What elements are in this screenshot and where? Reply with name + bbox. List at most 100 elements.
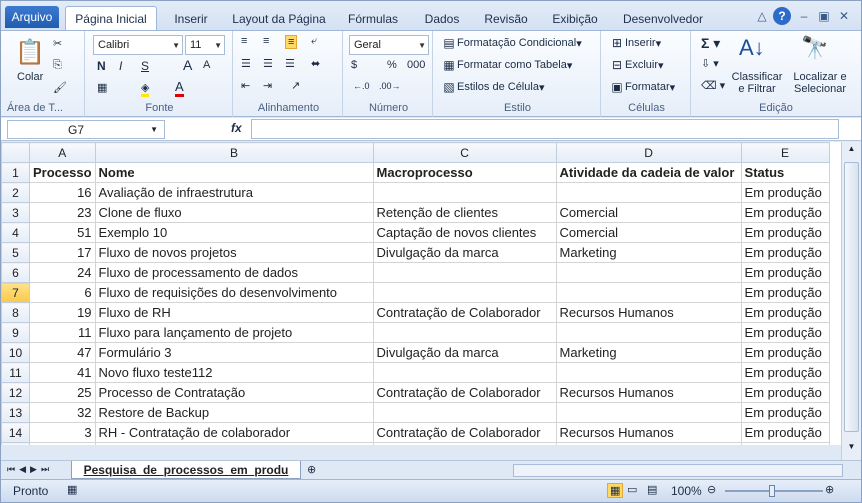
cell-d[interactable] [555,442,742,445]
font-color-icon[interactable]: A [175,79,184,97]
align-right-icon[interactable]: ☰ [285,57,295,70]
cell-d[interactable]: Comercial [555,202,742,223]
font-size-select[interactable]: 11 ▼ [185,35,225,55]
cell-b[interactable]: Nome [94,162,374,183]
cell-e[interactable]: Em produção [740,382,830,403]
cell-c[interactable] [372,402,557,423]
find-select-icon[interactable]: 🔭 [801,35,828,61]
cell-e[interactable]: Em produção [740,222,830,243]
cell-e[interactable]: Em produção [740,262,830,283]
column-header-a[interactable]: A [29,142,96,163]
minimize-icon[interactable]: – [795,7,813,25]
cell-c[interactable] [372,362,557,383]
align-left-icon[interactable]: ☰ [241,57,251,70]
cell-d[interactable]: Recursos Humanos [555,302,742,323]
name-box[interactable]: G7 ▼ [7,120,165,139]
cell-e[interactable]: Status [740,162,830,183]
tab-home[interactable]: Página Inicial [65,6,157,31]
normal-view-icon[interactable]: ▦ [607,483,624,498]
row-header[interactable]: 10 [1,342,30,363]
bold-button[interactable]: N [97,59,106,73]
currency-icon[interactable]: $ [351,59,357,71]
cell-a[interactable]: 16 [29,182,96,203]
italic-button[interactable]: I [119,59,122,73]
cell-c[interactable]: Divulgação da marca [372,342,557,363]
cell-e[interactable]: Em produção [740,182,830,203]
decrease-indent-icon[interactable]: ⇤ [241,79,250,92]
cell-b[interactable]: Clone de fluxo [94,202,374,223]
close-icon[interactable]: ✕ [835,7,853,25]
tab-review[interactable]: Revisão [475,8,537,30]
align-top-icon[interactable]: ≡ [241,35,247,47]
autosum-icon[interactable]: Σ ▾ [701,35,720,52]
cell-c[interactable]: Contratação de Colaborador [372,422,557,443]
cell-c[interactable]: Macroprocesso [372,162,557,183]
align-bottom-icon[interactable]: ≡ [285,35,298,49]
cell-e[interactable]: Em produção [740,322,830,343]
row-header[interactable]: 8 [1,302,30,323]
cell-e[interactable]: Em produção [740,362,830,383]
cell-c[interactable] [372,322,557,343]
zoom-level[interactable]: 100% [671,484,702,498]
row-header[interactable]: 12 [1,382,30,403]
underline-button[interactable]: S [141,59,149,73]
row-header[interactable]: 14 [1,422,30,443]
increase-indent-icon[interactable]: ⇥ [263,79,272,92]
row-header[interactable]: 1 [1,162,30,183]
fill-icon[interactable]: ⇩ ▾ [701,57,719,70]
row-header[interactable]: 4 [1,222,30,243]
paste-icon[interactable]: 📋 [15,35,45,69]
cell-c[interactable]: Retenção de clientes [372,202,557,223]
cell-e[interactable]: Em produção [740,402,830,423]
row-header[interactable]: 15 [1,442,30,445]
align-middle-icon[interactable]: ≡ [263,35,269,47]
row-header[interactable]: 6 [1,262,30,283]
cell-e[interactable]: Em produção [740,282,830,303]
row-header[interactable]: 2 [1,182,30,203]
cell-e[interactable]: Em produção [740,302,830,323]
cell-b[interactable]: Formulário 3 [94,342,374,363]
cell-c[interactable]: Contratação de Colaborador [372,302,557,323]
scroll-up-icon[interactable]: ▲ [844,144,859,156]
cell-b[interactable]: Fluxo de novos projetos [94,242,374,263]
tab-insert[interactable]: Inserir [161,8,221,30]
scroll-down-icon[interactable]: ▼ [844,442,859,454]
fill-color-icon[interactable]: ◈ [141,81,150,97]
percent-button[interactable]: % [387,59,397,71]
cell-a[interactable]: 41 [29,362,96,383]
clear-icon[interactable]: ⌫ ▾ [701,79,725,92]
cell-a[interactable] [29,442,96,445]
shrink-font-button[interactable]: A [203,59,210,71]
row-header[interactable]: 7 [1,282,30,303]
cell-a[interactable]: 32 [29,402,96,423]
cell-b[interactable]: Processo de Contratação [94,382,374,403]
cell-b[interactable]: RH - Contratação de colaborador [94,422,374,443]
grow-font-button[interactable]: A [183,57,192,73]
cell-c[interactable] [372,262,557,283]
cell-e[interactable] [740,442,830,445]
format-painter-icon[interactable]: 🖌 [53,81,67,94]
thousands-button[interactable]: 000 [407,59,425,71]
cell-d[interactable] [555,362,742,383]
macro-record-icon[interactable]: ▦ [67,483,77,496]
cell-a[interactable]: 19 [29,302,96,323]
cell-b[interactable]: Fluxo de RH [94,302,374,323]
column-header-c[interactable]: C [372,142,557,163]
cell-c[interactable] [372,182,557,203]
new-sheet-icon[interactable]: ⊕ [307,463,316,476]
cell-d[interactable] [555,322,742,343]
format-cells-button[interactable]: ▣ Formatar ▾ [609,79,675,95]
worksheet-grid[interactable]: A B C D E 1 Processo Nome Macroprocesso Ativ… [1,142,841,445]
column-header-b[interactable]: B [94,142,374,163]
cell-c[interactable]: Captação de novos clientes [372,222,557,243]
cell-b[interactable]: Exemplo 10 [94,222,374,243]
wrap-text-icon[interactable]: ⤶ [311,35,317,48]
ribbon-collapse-icon[interactable]: △ [753,7,771,25]
cell-e[interactable]: Em produção [740,342,830,363]
cell-b[interactable]: Fluxo para lançamento de projeto [94,322,374,343]
formula-input[interactable] [251,119,839,139]
cell-b[interactable]: Avaliação de infraestrutura [94,182,374,203]
merge-center-icon[interactable]: ⬌ [311,57,320,70]
zoom-out-icon[interactable]: ⊖ [707,483,716,496]
copy-icon[interactable]: ⎘ [53,59,62,72]
